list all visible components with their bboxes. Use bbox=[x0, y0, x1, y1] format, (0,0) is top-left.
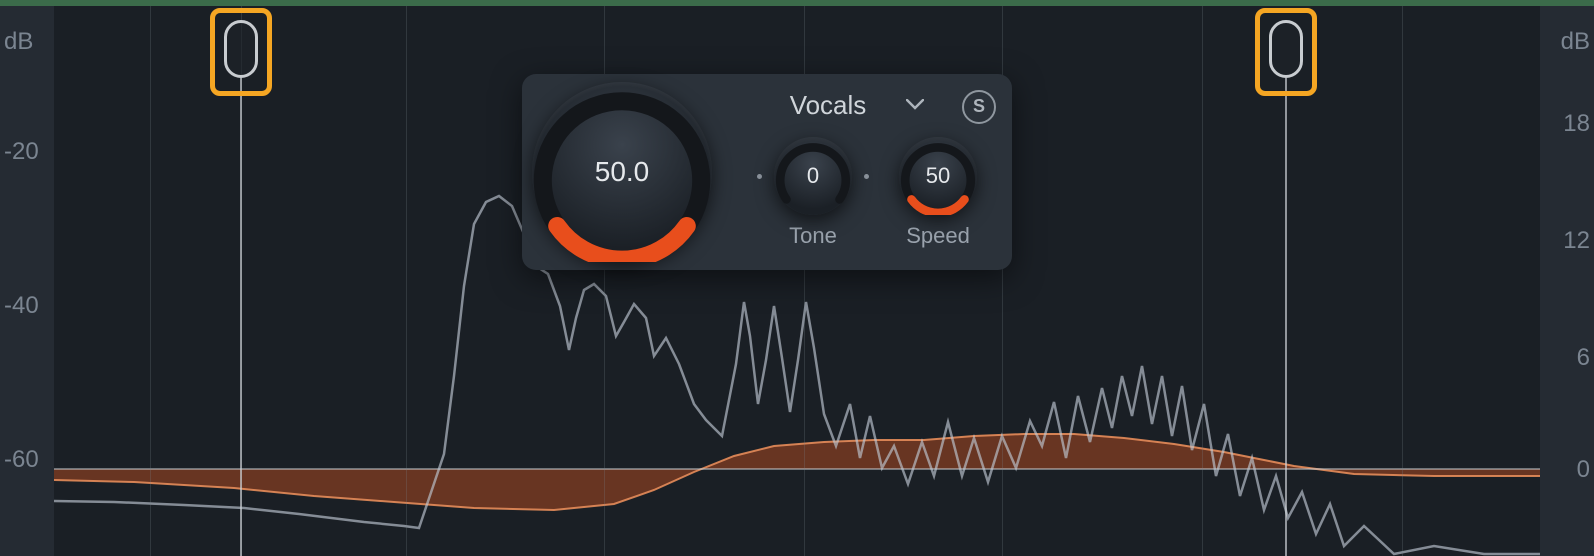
left-axis-tick: -40 bbox=[4, 292, 39, 320]
preset-name: Vocals bbox=[790, 90, 867, 121]
right-axis-unit: dB bbox=[1561, 28, 1590, 56]
left-axis-tick: -60 bbox=[4, 446, 39, 474]
solo-label: S bbox=[973, 96, 985, 117]
freq-gridline bbox=[1202, 6, 1203, 556]
right-axis-tick: 0 bbox=[1577, 456, 1590, 484]
speed-knob[interactable]: 50 bbox=[899, 137, 977, 215]
freq-gridline bbox=[1402, 6, 1403, 556]
low-frequency-handle[interactable] bbox=[224, 20, 258, 78]
amount-knob[interactable]: 50.0 bbox=[532, 82, 712, 262]
amount-value: 50.0 bbox=[595, 156, 650, 188]
freq-gridline bbox=[406, 6, 407, 556]
high-frequency-line bbox=[1285, 78, 1287, 556]
preset-selector[interactable]: Vocals bbox=[722, 84, 952, 129]
right-axis-tick: 12 bbox=[1563, 227, 1590, 255]
left-axis-unit: dB bbox=[4, 28, 33, 56]
solo-button[interactable]: S bbox=[962, 90, 996, 124]
tone-label: Tone bbox=[789, 223, 837, 249]
high-frequency-handle[interactable] bbox=[1269, 20, 1303, 78]
right-axis-tick: 18 bbox=[1563, 110, 1590, 138]
left-axis-tick: -20 bbox=[4, 138, 39, 166]
speed-label: Speed bbox=[906, 223, 970, 249]
tone-range-dot-right bbox=[864, 174, 869, 179]
freq-gridline bbox=[150, 6, 151, 556]
chevron-down-icon bbox=[906, 97, 924, 115]
low-frequency-line bbox=[240, 78, 242, 556]
speed-value: 50 bbox=[926, 163, 950, 189]
tone-knob[interactable]: 0 bbox=[774, 137, 852, 215]
tone-value: 0 bbox=[807, 163, 819, 189]
control-panel: 50.0 Vocals S bbox=[522, 74, 1012, 270]
plugin-root: dB -20 -40 -60 dB 18 12 6 0 bbox=[0, 0, 1594, 556]
tone-range-dot-left bbox=[757, 174, 762, 179]
right-axis-tick: 6 bbox=[1577, 344, 1590, 372]
